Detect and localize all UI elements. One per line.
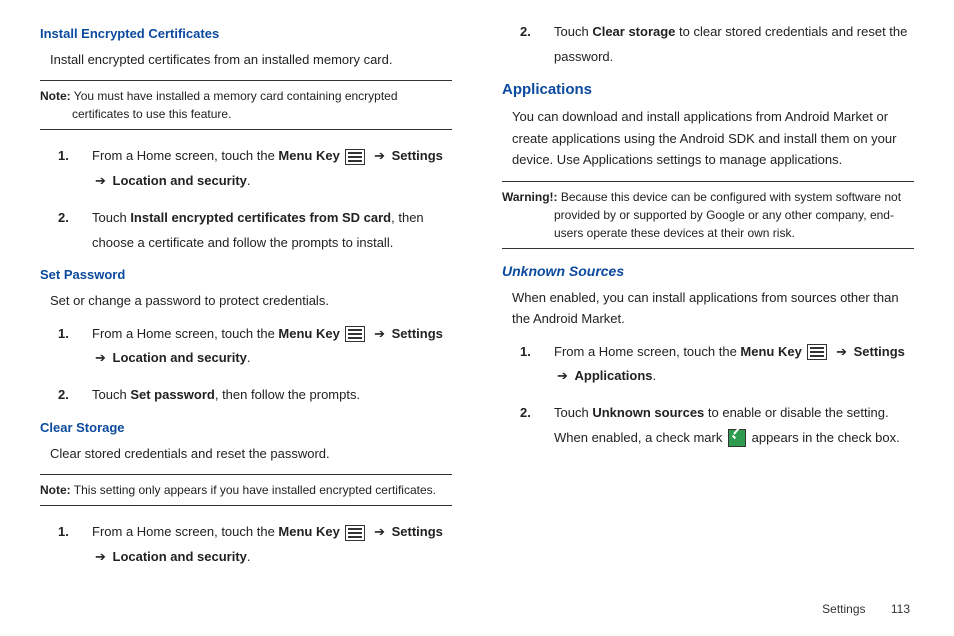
step-number: 1. [520, 340, 531, 365]
unknown-sources-label: Unknown sources [592, 405, 704, 420]
arrow-icon: ➔ [95, 549, 110, 564]
step-number: 2. [58, 383, 69, 408]
body-set-password: Set or change a password to protect cred… [50, 290, 452, 311]
menu-key-icon [345, 326, 365, 342]
body-clear-storage: Clear stored credentials and reset the p… [50, 443, 452, 464]
applications-label: Applications [575, 368, 653, 383]
settings-label: Settings [854, 344, 905, 359]
body-unknown-sources: When enabled, you can install applicatio… [512, 287, 914, 330]
step-number: 2. [520, 20, 531, 45]
step-item: 1. From a Home screen, touch the Menu Ke… [520, 340, 914, 389]
steps-unknown-sources: 1. From a Home screen, touch the Menu Ke… [520, 340, 914, 451]
heading-clear-storage: Clear Storage [40, 420, 452, 435]
steps-clear-storage-cont: 2. Touch Clear storage to clear stored c… [520, 20, 914, 69]
step-text: From a Home screen, touch the [92, 524, 278, 539]
arrow-icon: ➔ [374, 326, 389, 341]
arrow-icon: ➔ [374, 148, 389, 163]
step-number: 1. [58, 322, 69, 347]
set-password-label: Set password [130, 387, 215, 402]
steps-clear-storage: 1. From a Home screen, touch the Menu Ke… [58, 520, 452, 569]
checkmark-icon [728, 429, 746, 447]
steps-set-password: 1. From a Home screen, touch the Menu Ke… [58, 322, 452, 408]
step-number: 1. [58, 520, 69, 545]
steps-install-encrypted: 1. From a Home screen, touch the Menu Ke… [58, 144, 452, 255]
step-number: 1. [58, 144, 69, 169]
menu-key-label: Menu Key [278, 524, 339, 539]
arrow-icon: ➔ [374, 524, 389, 539]
body-install-encrypted: Install encrypted certificates from an i… [50, 49, 452, 70]
warning-applications: Warning!: Because this device can be con… [502, 181, 914, 249]
menu-key-icon [345, 525, 365, 541]
page-footer: Settings 113 [822, 602, 910, 616]
arrow-icon: ➔ [95, 350, 110, 365]
settings-label: Settings [392, 148, 443, 163]
step-text: From a Home screen, touch the [554, 344, 740, 359]
menu-key-icon [807, 344, 827, 360]
note-install-encrypted: Note: You must have installed a memory c… [40, 80, 452, 130]
step-item: 2. Touch Unknown sources to enable or di… [520, 401, 914, 450]
heading-applications: Applications [502, 81, 914, 98]
location-security-label: Location and security [113, 350, 247, 365]
arrow-icon: ➔ [557, 368, 572, 383]
step-item: 2. Touch Install encrypted certificates … [58, 206, 452, 255]
step-text-tail: , then follow the prompts. [215, 387, 360, 402]
menu-key-label: Menu Key [740, 344, 801, 359]
install-sd-label: Install encrypted certificates from SD c… [130, 210, 391, 225]
arrow-icon: ➔ [836, 344, 851, 359]
step-text: Touch [92, 210, 130, 225]
location-security-label: Location and security [113, 549, 247, 564]
location-security-label: Location and security [113, 173, 247, 188]
note-label: Note: [40, 89, 71, 103]
step-item: 1. From a Home screen, touch the Menu Ke… [58, 144, 452, 193]
period: . [247, 549, 251, 564]
step-text-tail: appears in the check box. [752, 430, 900, 445]
note-label: Note: [40, 483, 71, 497]
warning-label: Warning!: [502, 190, 558, 204]
footer-section: Settings [822, 602, 865, 616]
body-applications: You can download and install application… [512, 106, 914, 170]
note-text: This setting only appears if you have in… [71, 483, 436, 497]
note-text: You must have installed a memory card co… [71, 89, 398, 121]
menu-key-icon [345, 149, 365, 165]
menu-key-label: Menu Key [278, 148, 339, 163]
step-text: From a Home screen, touch the [92, 326, 278, 341]
step-item: 2. Touch Set password, then follow the p… [58, 383, 452, 408]
period: . [247, 350, 251, 365]
heading-install-encrypted: Install Encrypted Certificates [40, 26, 452, 41]
step-item: 1. From a Home screen, touch the Menu Ke… [58, 520, 452, 569]
step-text: Touch [92, 387, 130, 402]
heading-set-password: Set Password [40, 267, 452, 282]
clear-storage-label: Clear storage [592, 24, 675, 39]
step-text: Touch [554, 24, 592, 39]
arrow-icon: ➔ [95, 173, 110, 188]
period: . [247, 173, 251, 188]
step-number: 2. [520, 401, 531, 426]
settings-label: Settings [392, 326, 443, 341]
step-text: Touch [554, 405, 592, 420]
step-item: 2. Touch Clear storage to clear stored c… [520, 20, 914, 69]
warning-text: Because this device can be configured wi… [554, 190, 901, 240]
menu-key-label: Menu Key [278, 326, 339, 341]
footer-page-number: 113 [891, 602, 910, 616]
step-number: 2. [58, 206, 69, 231]
right-column: 2. Touch Clear storage to clear stored c… [502, 20, 914, 582]
step-item: 1. From a Home screen, touch the Menu Ke… [58, 322, 452, 371]
heading-unknown-sources: Unknown Sources [502, 263, 914, 279]
period: . [653, 368, 657, 383]
left-column: Install Encrypted Certificates Install e… [40, 20, 452, 582]
settings-label: Settings [392, 524, 443, 539]
step-text: From a Home screen, touch the [92, 148, 278, 163]
note-clear-storage: Note: This setting only appears if you h… [40, 474, 452, 506]
